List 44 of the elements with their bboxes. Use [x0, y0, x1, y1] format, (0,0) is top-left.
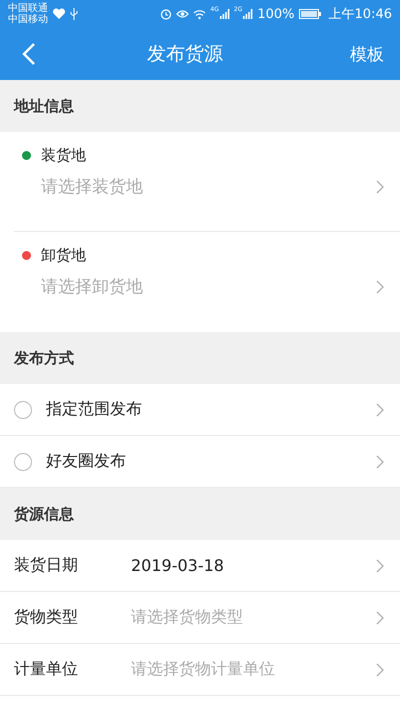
wifi-icon	[193, 8, 206, 20]
section-title: 货源信息	[14, 504, 74, 524]
chevron-icon	[376, 558, 384, 572]
field-label: 计量单位	[14, 659, 79, 680]
battery-icon	[298, 9, 321, 19]
field-placeholder: 请选择货物计量单位	[131, 659, 276, 680]
section-title: 地址信息	[14, 96, 74, 116]
eye-icon	[176, 9, 190, 19]
option-label: 好友圈发布	[46, 451, 127, 472]
chevron-icon	[376, 454, 384, 468]
address-placeholder: 请选择卸货地	[41, 276, 143, 298]
field-placeholder: 请选择货物类型	[131, 607, 244, 628]
address-row[interactable]: 卸货地 请选择卸货地	[14, 232, 400, 332]
back-icon[interactable]	[22, 43, 36, 65]
chevron-icon	[376, 402, 384, 416]
radio-button[interactable]	[14, 452, 32, 470]
option-label: 指定范围发布	[46, 399, 143, 420]
field-label: 货物类型	[14, 607, 79, 628]
option-row[interactable]: 指定范围发布	[0, 384, 400, 436]
chevron-icon	[376, 610, 384, 624]
chevron-icon	[376, 280, 384, 294]
clock-time: 上午10:46	[328, 6, 392, 23]
radio-button[interactable]	[14, 400, 32, 418]
chevron-icon	[376, 662, 384, 676]
form-row[interactable]: 货物类型 请选择货物类型	[0, 592, 400, 644]
form-row[interactable]: 计量单位 请选择货物计量单位	[0, 644, 400, 696]
section-title: 发布方式	[14, 348, 74, 368]
address-row[interactable]: 装货地 请选择装货地	[14, 132, 400, 232]
usb-icon	[70, 8, 78, 20]
page-title: 发布货源	[147, 42, 223, 67]
chevron-icon	[376, 180, 384, 194]
signal-icon	[243, 9, 254, 19]
carrier-name: 中国移动	[8, 14, 48, 25]
address-label: 卸货地	[41, 246, 86, 265]
carrier-name: 中国联通	[8, 3, 48, 14]
field-label: 装货日期	[14, 555, 79, 576]
form-row[interactable]: 装货日期 2019-03-18	[0, 540, 400, 592]
signal-icon	[220, 9, 230, 19]
field-value: 2019-03-18	[131, 556, 225, 575]
heart-icon	[52, 8, 66, 20]
alarm-icon	[160, 8, 172, 20]
address-label: 装货地	[41, 146, 86, 165]
battery-percent: 100%	[257, 6, 295, 22]
address-placeholder: 请选择装货地	[41, 176, 143, 198]
